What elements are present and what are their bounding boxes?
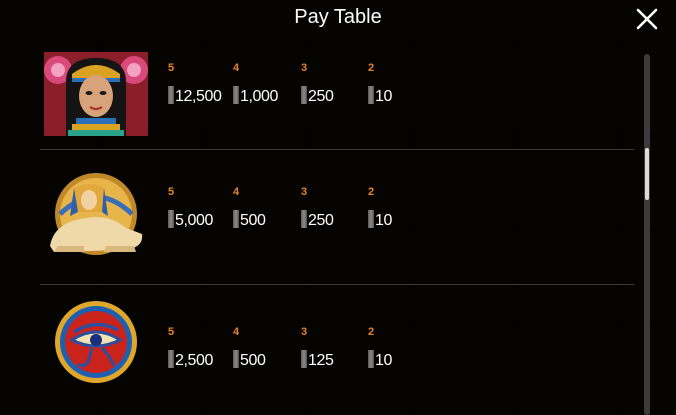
payout-4: 4 1,000 <box>233 62 297 106</box>
paytable-row-cleopatra: 5 12,500 4 1,000 3 250 2 10 <box>40 50 636 162</box>
payout-count: 3 <box>301 186 308 198</box>
payout-value: 500 <box>233 350 297 370</box>
payout-2: 2 10 <box>368 62 432 106</box>
paytable-list[interactable]: 5 12,500 4 1,000 3 250 2 10 5 5,000 4 50… <box>28 40 660 415</box>
payout-2: 2 10 <box>368 326 432 370</box>
payout-count: 4 <box>233 186 240 198</box>
payout-count: 3 <box>301 326 308 338</box>
payout-count: 2 <box>368 62 375 74</box>
payout-count: 5 <box>168 62 175 74</box>
payout-count: 3 <box>301 62 308 74</box>
payout-5: 5 5,000 <box>168 186 232 230</box>
currency-symbol <box>233 86 239 104</box>
currency-symbol <box>368 350 374 368</box>
payout-count: 5 <box>168 326 175 338</box>
payout-count: 4 <box>233 62 240 74</box>
payout-value: 250 <box>301 210 365 230</box>
currency-symbol <box>233 210 239 228</box>
paytable-row-eye-of-horus: 5 2,500 4 500 3 125 2 10 <box>40 300 636 412</box>
payout-value: 5,000 <box>168 210 232 230</box>
payout-value: 2,500 <box>168 350 232 370</box>
scrollbar-thumb[interactable] <box>645 148 649 200</box>
payout-5: 5 12,500 <box>168 62 232 106</box>
payout-count: 2 <box>368 326 375 338</box>
payout-value: 10 <box>368 86 432 106</box>
payout-3: 3 250 <box>301 186 365 230</box>
scrollbar-track[interactable] <box>644 54 650 415</box>
page-title: Pay Table <box>294 6 382 28</box>
close-icon[interactable] <box>634 6 660 32</box>
payout-value: 10 <box>368 350 432 370</box>
payout-3: 3 125 <box>301 326 365 370</box>
eye-of-horus-icon <box>55 301 137 383</box>
payout-3: 3 250 <box>301 62 365 106</box>
currency-symbol <box>301 210 307 228</box>
currency-symbol <box>368 210 374 228</box>
currency-symbol <box>233 350 239 368</box>
payout-5: 5 2,500 <box>168 326 232 370</box>
currency-symbol <box>168 350 174 368</box>
sphinx-icon <box>50 173 143 255</box>
payout-4: 4 500 <box>233 326 297 370</box>
currency-symbol <box>301 86 307 104</box>
payout-value: 10 <box>368 210 432 230</box>
payout-2: 2 10 <box>368 186 432 230</box>
payout-value: 500 <box>233 210 297 230</box>
row-divider <box>40 149 634 150</box>
cleopatra-icon <box>44 52 148 136</box>
currency-symbol <box>301 350 307 368</box>
currency-symbol <box>368 86 374 104</box>
payout-value: 125 <box>301 350 365 370</box>
payout-value: 12,500 <box>168 86 232 106</box>
currency-symbol <box>168 86 174 104</box>
currency-symbol <box>168 210 174 228</box>
paytable-row-sphinx: 5 5,000 4 500 3 250 2 10 <box>40 172 636 284</box>
payout-value: 250 <box>301 86 365 106</box>
paytable-header: Pay Table <box>0 0 676 40</box>
payout-4: 4 500 <box>233 186 297 230</box>
payout-count: 4 <box>233 326 240 338</box>
payout-count: 2 <box>368 186 375 198</box>
payout-value: 1,000 <box>233 86 297 106</box>
row-divider <box>40 284 634 285</box>
payout-count: 5 <box>168 186 175 198</box>
